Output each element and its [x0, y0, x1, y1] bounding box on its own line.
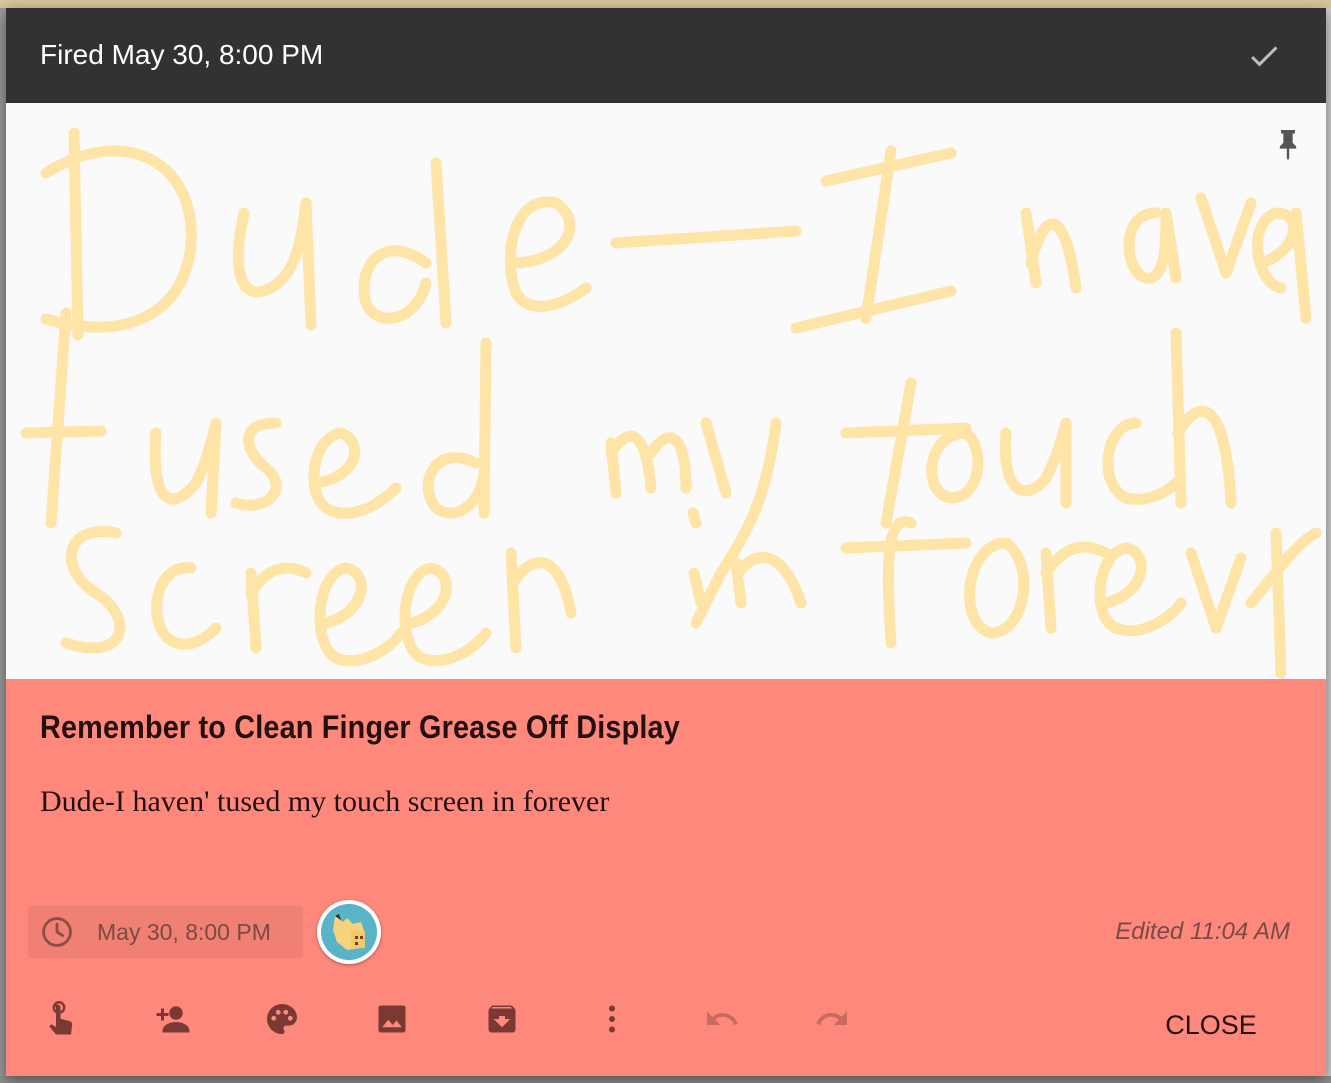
avatar-icon[interactable] — [317, 900, 381, 964]
undo-icon[interactable] — [700, 997, 744, 1041]
note-dialog: Fired May 30, 8:00 PM Remember to Clean … — [6, 8, 1326, 1076]
background-edge-bottom — [0, 1076, 1331, 1083]
note-body[interactable]: Dude-I haven' tused my touch screen in f… — [40, 785, 609, 819]
background-edge — [1326, 8, 1331, 1083]
person-add-icon[interactable] — [149, 997, 193, 1041]
reminder-chip[interactable]: May 30, 8:00 PM — [28, 906, 303, 958]
pin-icon[interactable] — [1274, 127, 1302, 161]
handwriting-drawing — [20, 127, 1322, 679]
reminder-label: May 30, 8:00 PM — [97, 919, 271, 945]
background-strip — [0, 0, 1331, 8]
redo-icon[interactable] — [810, 997, 854, 1041]
more-vert-icon[interactable] — [590, 997, 634, 1041]
edited-timestamp: Edited 11:04 AM — [1115, 918, 1290, 945]
image-icon[interactable] — [370, 997, 414, 1041]
palette-icon[interactable] — [260, 997, 304, 1041]
clock-icon — [40, 915, 74, 949]
fired-banner: Fired May 30, 8:00 PM — [6, 8, 1326, 103]
check-icon[interactable] — [1246, 38, 1282, 74]
note-content: Remember to Clean Finger Grease Off Disp… — [6, 679, 1326, 1076]
close-button[interactable]: CLOSE — [1156, 1005, 1266, 1045]
touch-pen-icon[interactable] — [40, 997, 84, 1041]
archive-icon[interactable] — [480, 997, 524, 1041]
fired-text: Fired May 30, 8:00 PM — [40, 39, 324, 70]
note-title[interactable]: Remember to Clean Finger Grease Off Disp… — [40, 709, 680, 746]
drawing-canvas[interactable] — [6, 103, 1326, 679]
